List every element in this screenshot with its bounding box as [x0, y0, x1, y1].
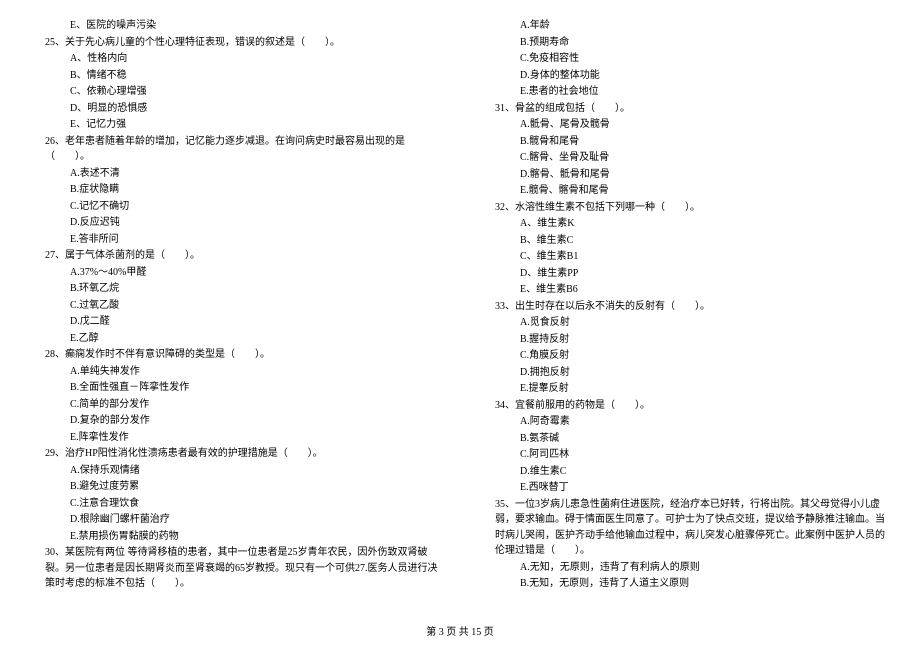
question-text: 32、水溶性维生素不包括下列哪一种（ ）。 [480, 200, 890, 216]
option-text: C.角膜反射 [480, 348, 890, 364]
option-text: E.髋骨、髂骨和尾骨 [480, 183, 890, 199]
option-text: E.禁用损伤胃黏膜的药物 [30, 529, 440, 545]
option-text: B.避免过度劳累 [30, 479, 440, 495]
option-text: A.单纯失神发作 [30, 364, 440, 380]
option-text: D.复杂的部分发作 [30, 413, 440, 429]
question-text: 31、骨盆的组成包括（ ）。 [480, 101, 890, 117]
question-text: 30、某医院有两位 等待肾移植的患者，其中一位患者是25岁青年农民，因外伤致双肾… [30, 545, 440, 592]
option-text: C.注意合理饮食 [30, 496, 440, 512]
option-text: D、维生素PP [480, 266, 890, 282]
option-text: D.身体的整体功能 [480, 68, 890, 84]
option-text: E.乙醇 [30, 331, 440, 347]
question-text: 26、老年患者随着年龄的增加，记忆能力逐步减退。在询问病史时最容易出现的是（ ）… [30, 134, 440, 165]
option-text: C、依赖心理增强 [30, 84, 440, 100]
option-text: A.表述不清 [30, 166, 440, 182]
option-text: A.37%～40%甲醛 [30, 265, 440, 281]
option-text: A、维生素K [480, 216, 890, 232]
option-text: C.记忆不确切 [30, 199, 440, 215]
option-text: C.阿司匹林 [480, 447, 890, 463]
option-text: D.维生素C [480, 464, 890, 480]
option-text: A.觅食反射 [480, 315, 890, 331]
question-text: 25、关于先心病儿童的个性心理特征表现，错误的叙述是（ ）。 [30, 35, 440, 51]
option-text: A、性格内向 [30, 51, 440, 67]
option-text: E、医院的噪声污染 [30, 18, 440, 34]
option-text: D.髂骨、骶骨和尾骨 [480, 167, 890, 183]
option-text: B.握持反射 [480, 332, 890, 348]
option-text: D.反应迟钝 [30, 215, 440, 231]
option-text: E.答非所问 [30, 232, 440, 248]
option-text: E.西咪替丁 [480, 480, 890, 496]
option-text: B.症状隐瞒 [30, 182, 440, 198]
option-text: B.氨茶碱 [480, 431, 890, 447]
option-text: B.全面性强直－阵挛性发作 [30, 380, 440, 396]
option-text: E、记忆力强 [30, 117, 440, 133]
question-text: 33、出生时存在以后永不消失的反射有（ ）。 [480, 299, 890, 315]
document-content: E、医院的噪声污染25、关于先心病儿童的个性心理特征表现，错误的叙述是（ ）。A… [30, 18, 890, 598]
option-text: E、维生素B6 [480, 282, 890, 298]
option-text: D、明显的恐惧感 [30, 101, 440, 117]
option-text: C.简单的部分发作 [30, 397, 440, 413]
option-text: B、维生素C [480, 233, 890, 249]
option-text: A.年龄 [480, 18, 890, 34]
question-text: 28、癫痫发作时不伴有意识障碍的类型是（ ）。 [30, 347, 440, 363]
option-text: C、维生素B1 [480, 249, 890, 265]
question-text: 29、治疗HP阳性消化性溃疡患者最有效的护理措施是（ ）。 [30, 446, 440, 462]
question-text: 27、属于气体杀菌剂的是（ ）。 [30, 248, 440, 264]
option-text: E.提睾反射 [480, 381, 890, 397]
option-text: D.戊二醛 [30, 314, 440, 330]
option-text: D.根除幽门螺杆菌治疗 [30, 512, 440, 528]
option-text: B.预期寿命 [480, 35, 890, 51]
option-text: A.阿奇霉素 [480, 414, 890, 430]
option-text: B、情绪不稳 [30, 68, 440, 84]
question-text: 34、宜餐前服用的药物是（ ）。 [480, 398, 890, 414]
option-text: C.髂骨、坐骨及耻骨 [480, 150, 890, 166]
option-text: C.过氧乙酸 [30, 298, 440, 314]
option-text: D.拥抱反射 [480, 365, 890, 381]
option-text: C.免疫相容性 [480, 51, 890, 67]
option-text: E.阵挛性发作 [30, 430, 440, 446]
option-text: B.无知，无原则，违背了人道主义原则 [480, 576, 890, 592]
option-text: B.髋骨和尾骨 [480, 134, 890, 150]
option-text: E.患者的社会地位 [480, 84, 890, 100]
option-text: A.保持乐观情绪 [30, 463, 440, 479]
option-text: A.无知，无原则，违背了有利病人的原则 [480, 560, 890, 576]
question-text: 35、一位3岁病儿患急性菌痢住进医院，经治疗本已好转，行将出院。其父母觉得小儿虚… [480, 497, 890, 559]
option-text: B.环氧乙烷 [30, 281, 440, 297]
page-footer: 第 3 页 共 15 页 [0, 623, 920, 638]
option-text: A.骶骨、尾骨及髋骨 [480, 117, 890, 133]
